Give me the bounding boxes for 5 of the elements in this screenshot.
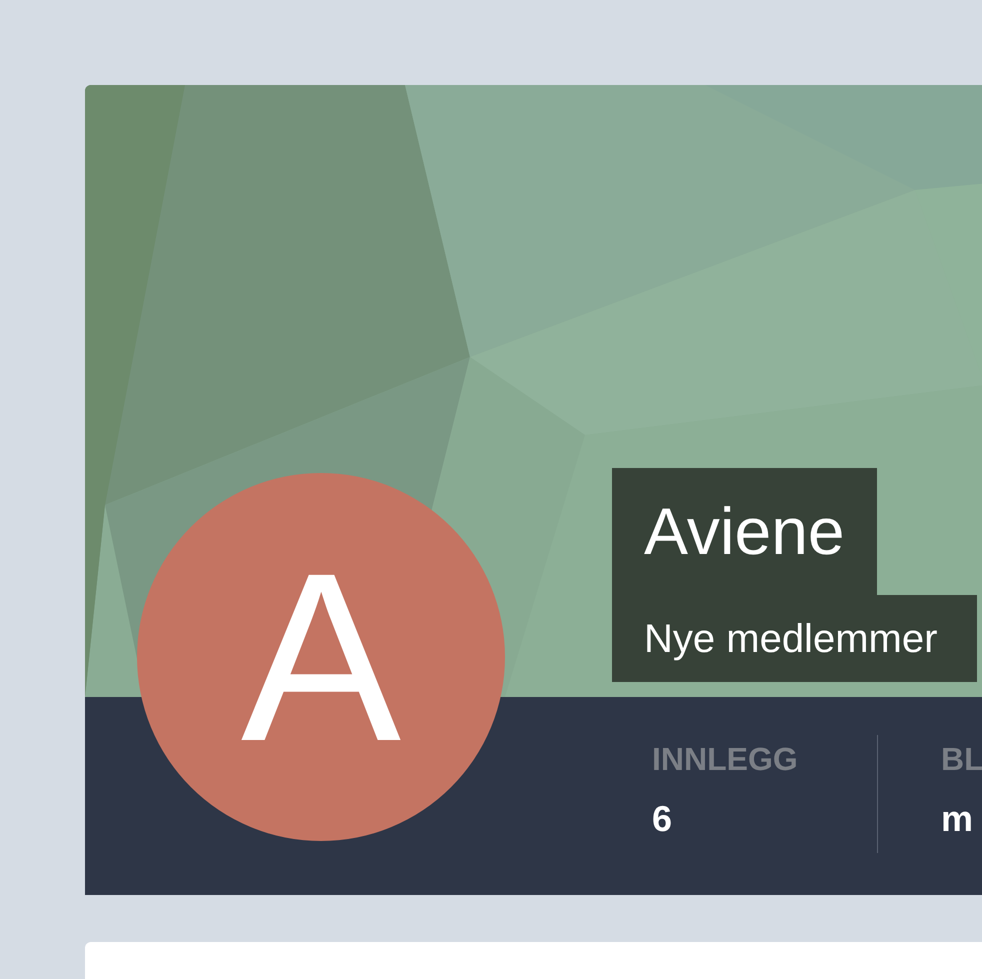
stat-label: INNLEGG [652,743,799,775]
profile-tagline: Nye medlemmer [612,595,978,682]
stat-value: 6 [652,801,674,837]
stat-value: m [941,801,974,837]
profile-name: Aviene [612,468,877,595]
